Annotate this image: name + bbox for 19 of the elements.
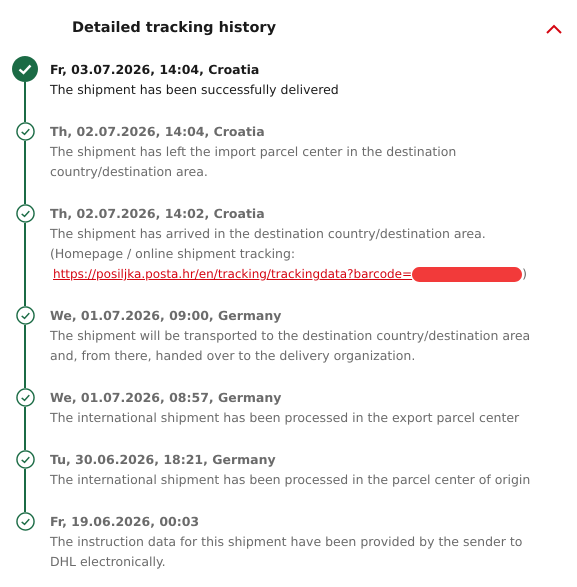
event-date: We, 01.07.2026, 09:00, Germany <box>50 307 282 325</box>
event-description: The shipment has been successfully delivered <box>50 81 340 99</box>
event-description: The shipment will be transported to the destination country/destination area and, from there, handed over to the delivery organization. <box>50 327 532 365</box>
event-date: Fr, 19.06.2026, 00:03 <box>50 513 200 531</box>
event-description: The instruction data for this shipment have been provided by the sender to DHL electronically. <box>50 533 524 571</box>
chevron-icon[interactable] <box>545 23 563 35</box>
event-date: Th, 02.07.2026, 14:02, Croatia <box>50 205 266 223</box>
section-title: Detailed tracking history <box>72 19 276 38</box>
event-date: We, 01.07.2026, 08:57, Germany <box>50 389 282 407</box>
event-description: The international shipment has been processed in the parcel center of origin <box>50 471 532 489</box>
event-date: Th, 02.07.2026, 14:04, Croatia <box>50 123 266 141</box>
event-description: The shipment has arrived in the destination country/destination area. <box>50 225 487 243</box>
event-date: Fr, 03.07.2026, 14:04, Croatia <box>50 61 260 79</box>
tracking-link[interactable]: https://posiljka.posta.hr/en/tracking/trackingdata?barcode= <box>53 264 522 284</box>
tracking-note: (Homepage / online shipment tracking: <box>50 245 296 263</box>
event-description: The international shipment has been processed in the export parcel center <box>50 409 520 427</box>
closing-parenthesis: ) <box>522 265 527 283</box>
event-description: The shipment has left the import parcel center in the destination country/destination area. <box>50 143 458 181</box>
event-date: Tu, 30.06.2026, 18:21, Germany <box>50 451 277 469</box>
